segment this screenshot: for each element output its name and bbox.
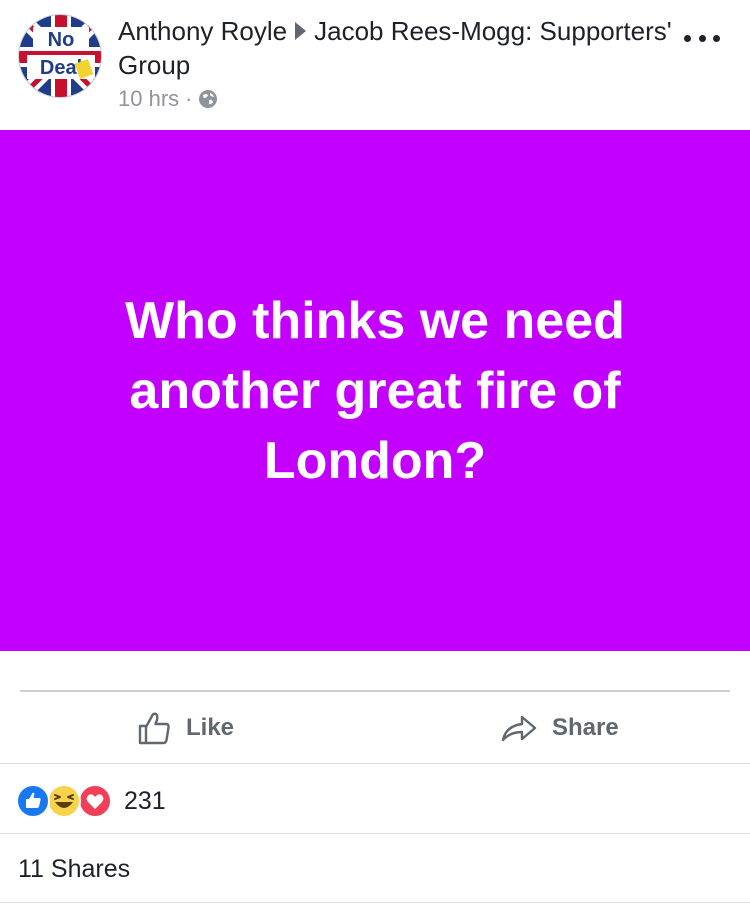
post-header: No Deal Anthony Royle Jacob Rees-Mogg: Su… [0,0,750,130]
globe-icon [199,90,218,108]
svg-text:No: No [48,29,75,51]
avatar[interactable]: No Deal [18,14,102,98]
author-name[interactable]: Anthony Royle [118,16,287,46]
post-text: Who thinks we need another great fire of… [125,291,625,490]
divider [0,833,750,834]
reaction-icons [16,784,112,818]
share-arrow-icon [501,715,537,742]
share-label: Share [552,714,619,741]
divider [20,690,730,692]
post-author-line: Anthony Royle Jacob Rees-Mogg: Supporters… [118,14,678,82]
post-meta: 10 hrs · [118,86,218,112]
reaction-count: 231 [124,786,166,815]
reactions-summary[interactable]: 231 [16,783,166,819]
share-button[interactable]: Share [500,707,619,749]
meta-separator: · [185,86,193,111]
union-jack-avatar-icon: No Deal [19,15,101,97]
post-time[interactable]: 10 hrs [118,86,179,112]
shares-count[interactable]: 11 Shares [18,855,130,884]
love-reaction-icon [78,784,112,818]
action-bar: Like Share [0,693,750,763]
haha-reaction-icon [47,784,81,818]
like-label: Like [186,714,235,741]
like-button[interactable]: Like [136,707,234,749]
like-reaction-icon [16,784,50,818]
divider [0,902,750,903]
thumbs-up-icon [138,712,170,745]
divider [0,763,750,764]
more-options-icon[interactable] [684,32,720,44]
triangle-right-icon [295,22,307,40]
post-background: Who thinks we need another great fire of… [0,130,750,651]
svg-text:Deal: Deal [40,57,82,79]
